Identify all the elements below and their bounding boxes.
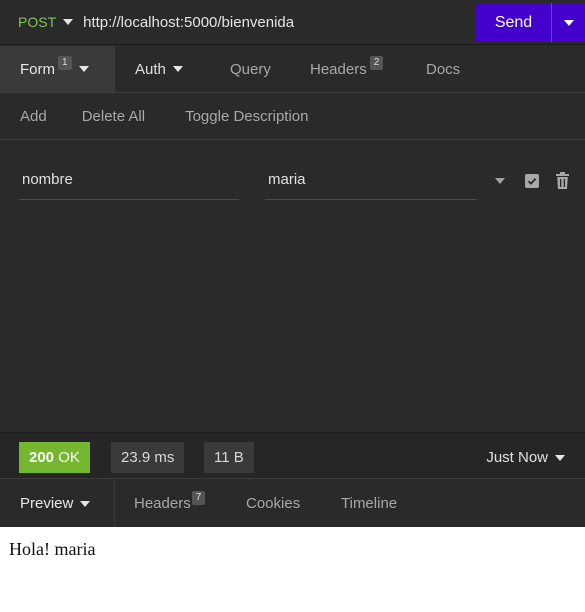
send-options-button[interactable] bbox=[551, 3, 585, 42]
send-button[interactable]: Send bbox=[476, 3, 551, 42]
status-text: OK bbox=[58, 449, 80, 466]
tab-response-headers-count-badge: 7 bbox=[191, 490, 206, 505]
param-value-input[interactable]: maria bbox=[265, 160, 477, 200]
checkmark-icon bbox=[527, 177, 537, 185]
tab-cookies-label: Cookies bbox=[246, 495, 301, 512]
chevron-down-icon bbox=[555, 454, 565, 461]
param-name-input[interactable]: nombre bbox=[19, 160, 239, 200]
form-param-row: nombre maria bbox=[0, 160, 585, 202]
tab-response-headers-label: Headers bbox=[134, 495, 191, 512]
tab-docs[interactable]: Docs bbox=[426, 46, 460, 92]
chevron-down-icon bbox=[80, 500, 91, 507]
tab-preview[interactable]: Preview bbox=[0, 480, 115, 527]
tab-form-count-badge: 1 bbox=[58, 56, 72, 70]
tab-query[interactable]: Query bbox=[227, 46, 310, 92]
tab-auth[interactable]: Auth bbox=[115, 46, 227, 92]
chevron-down-icon bbox=[563, 19, 574, 26]
param-enabled-checkbox[interactable] bbox=[525, 174, 539, 188]
response-history-dropdown[interactable]: Just Now bbox=[486, 442, 565, 473]
status-badge: 200 OK bbox=[19, 442, 90, 473]
tab-docs-label: Docs bbox=[426, 60, 461, 78]
status-code: 200 bbox=[29, 449, 55, 466]
tab-form-label: Form bbox=[20, 60, 55, 78]
delete-all-button[interactable]: Delete All bbox=[82, 108, 145, 125]
add-button[interactable]: Add bbox=[20, 108, 47, 125]
tab-auth-label: Auth bbox=[135, 60, 166, 78]
tab-headers[interactable]: Headers 2 bbox=[310, 46, 426, 92]
request-tabs: Form 1 Auth Query Headers 2 Docs bbox=[0, 46, 585, 93]
tab-timeline-label: Timeline bbox=[341, 495, 398, 512]
method-selector[interactable]: POST bbox=[0, 0, 74, 45]
history-label: Just Now bbox=[486, 449, 548, 466]
chevron-down-icon bbox=[172, 66, 183, 72]
toggle-description-button[interactable]: Toggle Description bbox=[185, 108, 308, 125]
trash-icon[interactable] bbox=[555, 172, 570, 193]
chevron-down-icon bbox=[78, 66, 89, 72]
tab-cookies[interactable]: Cookies bbox=[246, 480, 341, 527]
chevron-down-icon bbox=[63, 19, 74, 25]
tab-headers-count-badge: 2 bbox=[369, 56, 384, 70]
tab-form[interactable]: Form 1 bbox=[0, 46, 115, 92]
tab-query-label: Query bbox=[230, 60, 271, 78]
response-time-badge: 23.9 ms bbox=[111, 442, 185, 473]
method-label: POST bbox=[18, 14, 57, 30]
response-size-badge: 11 B bbox=[204, 442, 254, 473]
send-group: Send bbox=[476, 3, 585, 42]
tab-response-headers[interactable]: Headers 7 bbox=[115, 480, 246, 527]
tab-headers-label: Headers bbox=[310, 60, 367, 78]
response-preview: Hola! maria bbox=[0, 527, 585, 612]
param-type-dropdown-icon[interactable] bbox=[495, 178, 505, 184]
response-status-bar: 200 OK 23.9 ms 11 B Just Now bbox=[0, 432, 585, 479]
form-toolbar: Add Delete All Toggle Description bbox=[0, 94, 585, 140]
url-bar: POST http://localhost:5000/bienvenida Se… bbox=[0, 0, 585, 45]
response-tabs: Preview Headers 7 Cookies Timeline bbox=[0, 480, 585, 527]
response-body-text: Hola! maria bbox=[9, 539, 96, 559]
tab-timeline[interactable]: Timeline bbox=[341, 480, 397, 527]
tab-preview-label: Preview bbox=[20, 495, 74, 512]
